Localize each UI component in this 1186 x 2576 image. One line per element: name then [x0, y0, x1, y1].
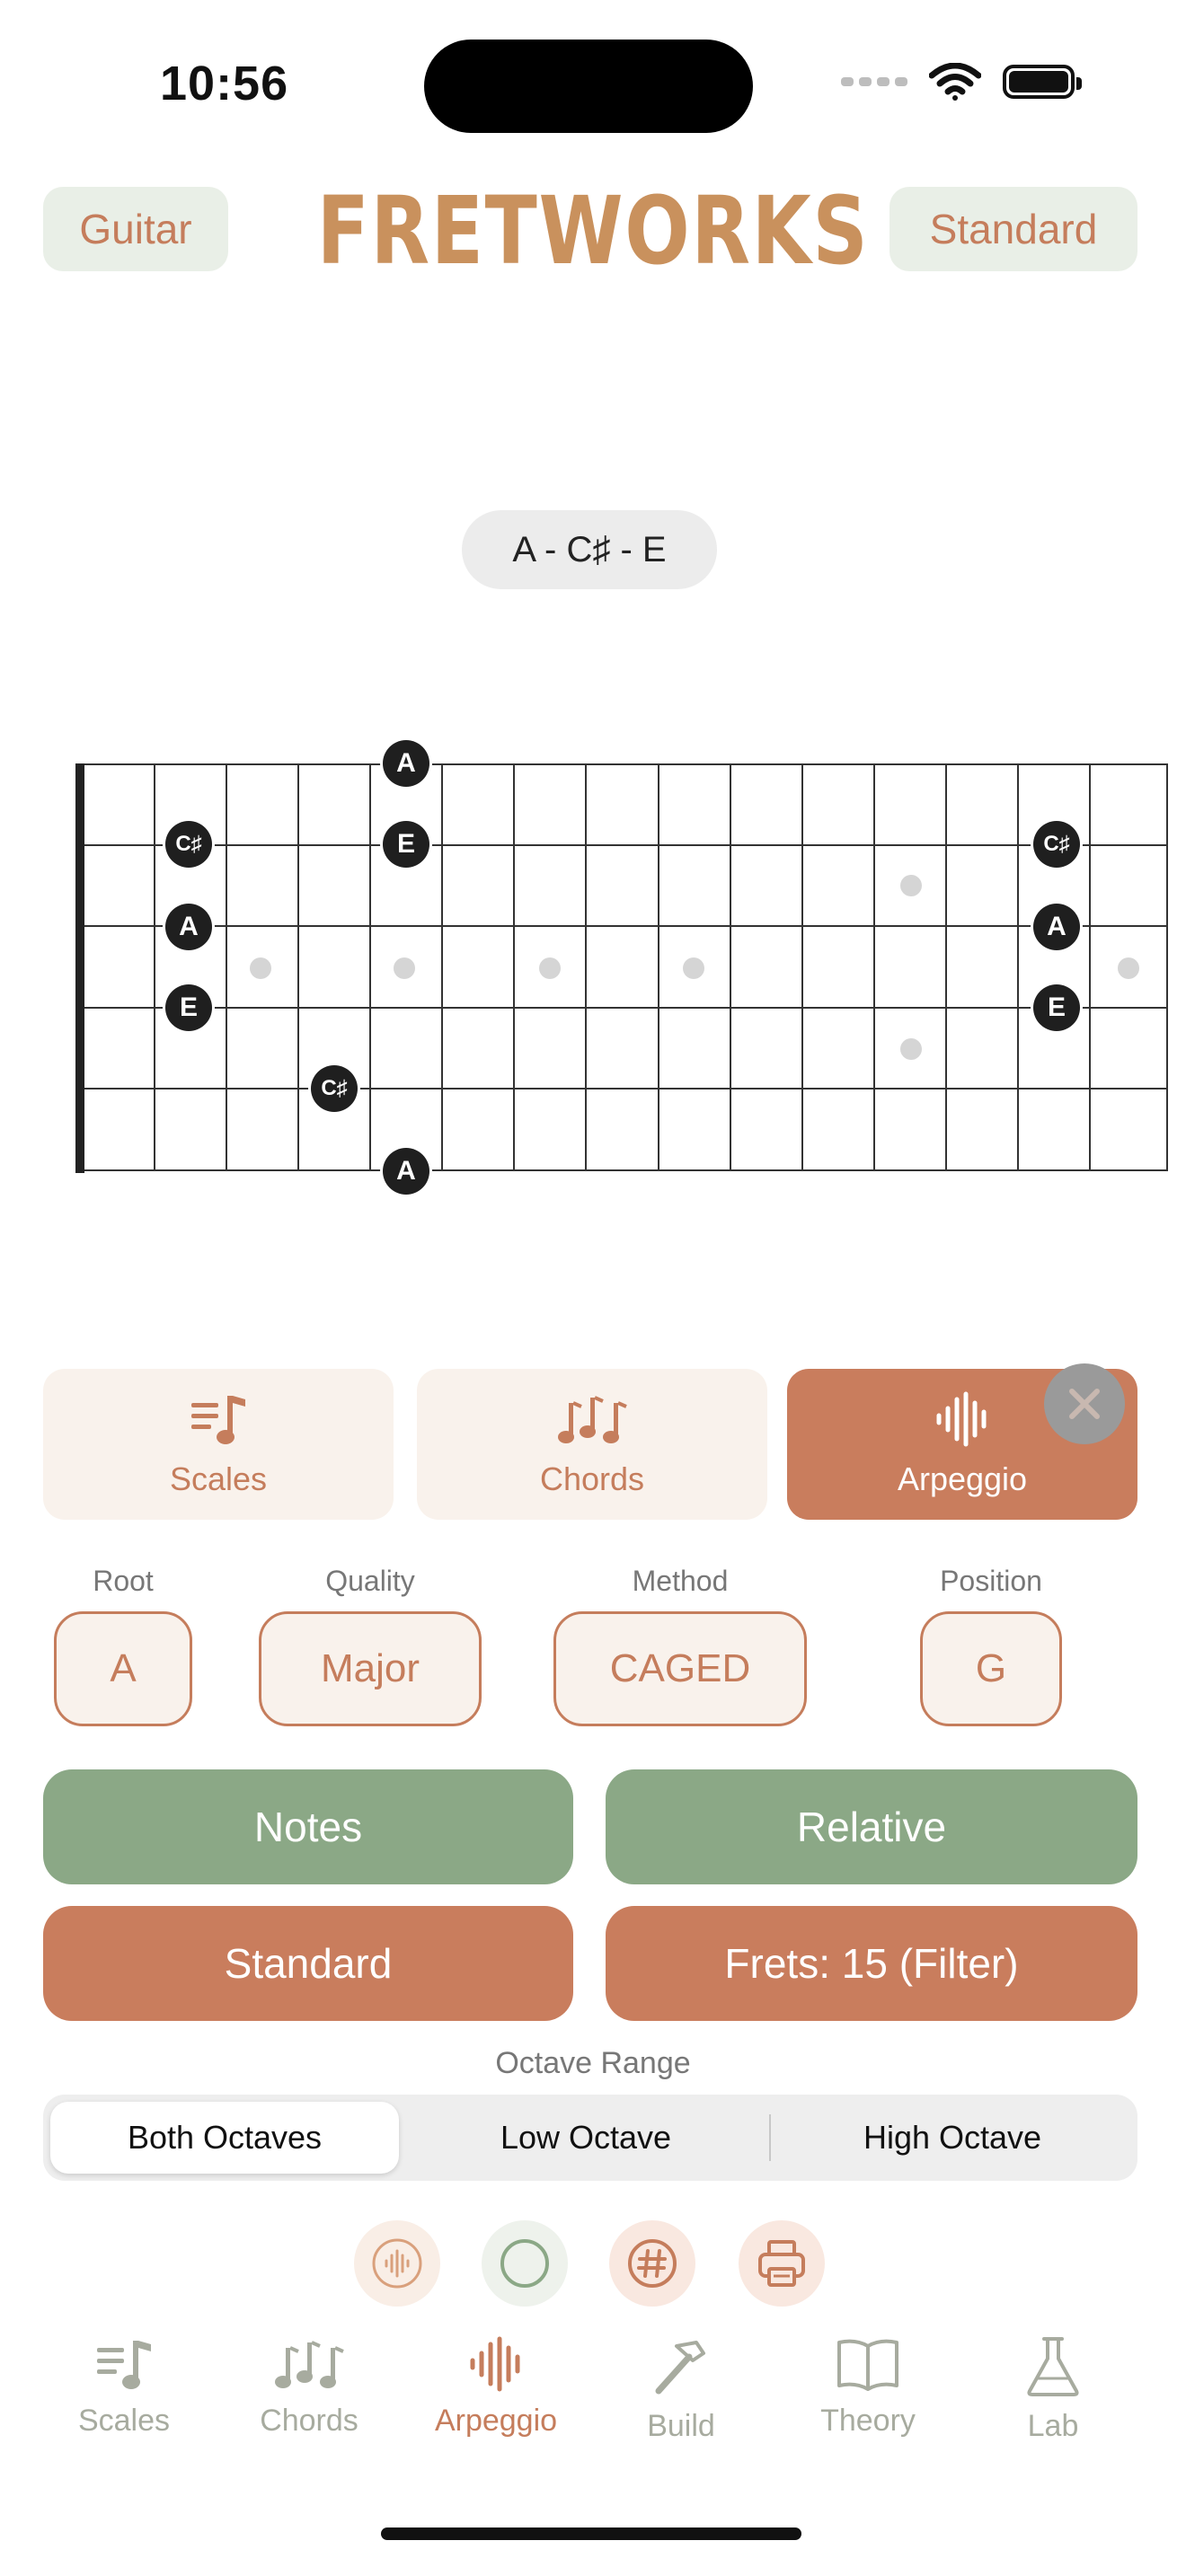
audio-play-button[interactable]	[354, 2220, 440, 2307]
fret-inlay	[539, 957, 561, 979]
fret-note[interactable]: A	[383, 1148, 429, 1195]
flask-icon	[1027, 2337, 1079, 2396]
fretboard-nut	[75, 763, 84, 1173]
fret-inlay	[900, 1038, 922, 1060]
tuning-button[interactable]: Standard	[890, 187, 1137, 271]
tab-build-label: Build	[647, 2409, 715, 2443]
mode-scales-label: Scales	[169, 1460, 268, 1497]
octave-both-option[interactable]: Both Octaves	[50, 2102, 399, 2174]
root-label: Root	[93, 1565, 154, 1597]
tab-lab[interactable]: Lab	[963, 2335, 1143, 2444]
print-button[interactable]	[739, 2220, 825, 2307]
octave-low-option[interactable]: Low Octave	[404, 2102, 767, 2174]
fret-note[interactable]: C♯	[311, 1065, 358, 1112]
wifi-icon	[929, 63, 981, 101]
close-icon	[1069, 1389, 1100, 1419]
mode-chords-label: Chords	[539, 1460, 645, 1497]
printer-icon	[758, 2240, 805, 2287]
tab-arpeggio-label: Arpeggio	[434, 2404, 558, 2438]
chord-notes-pill: A - C♯ - E	[462, 510, 717, 589]
fretboard[interactable]	[75, 763, 1168, 1171]
fret-note[interactable]: E	[383, 821, 429, 868]
status-time: 10:56	[160, 57, 289, 110]
tab-chords-label: Chords	[260, 2404, 358, 2438]
mode-scales-button[interactable]: Scales	[43, 1369, 394, 1520]
frets-filter-button[interactable]: Frets: 15 (Filter)	[606, 1906, 1137, 2021]
chords-icon	[275, 2341, 344, 2388]
battery-icon	[1003, 65, 1082, 99]
home-indicator	[381, 2527, 801, 2540]
fret-note[interactable]: E	[1033, 984, 1080, 1031]
close-button[interactable]	[1044, 1363, 1125, 1444]
fret-note[interactable]: E	[165, 984, 212, 1031]
fret-inlay	[394, 957, 415, 979]
fret-note[interactable]: C♯	[165, 821, 212, 868]
scales-icon	[191, 1396, 245, 1444]
circle-icon	[500, 2239, 549, 2288]
fret-inlay	[250, 957, 271, 979]
status-icons	[841, 63, 1082, 101]
mode-chords-button[interactable]: Chords	[417, 1369, 767, 1520]
cellular-signal-icon	[841, 77, 907, 86]
dynamic-island	[424, 40, 753, 133]
tab-arpeggio[interactable]: Arpeggio	[406, 2335, 586, 2439]
quality-select[interactable]: Major	[259, 1611, 482, 1726]
fret-inlay	[683, 957, 704, 979]
toggle-circle-button[interactable]	[482, 2220, 568, 2307]
sharp-toggle-button[interactable]	[609, 2220, 695, 2307]
tab-scales[interactable]: Scales	[34, 2335, 214, 2439]
fret-inlay	[1118, 957, 1139, 979]
tab-theory-label: Theory	[820, 2404, 916, 2438]
tab-chords[interactable]: Chords	[219, 2335, 399, 2439]
book-icon	[837, 2339, 898, 2391]
method-label: Method	[632, 1565, 729, 1597]
hammer-icon	[655, 2341, 705, 2395]
fret-note[interactable]: A	[165, 904, 212, 950]
tab-scales-label: Scales	[77, 2404, 171, 2438]
fret-note[interactable]: A	[383, 740, 429, 787]
fret-inlay	[900, 875, 922, 896]
chords-icon	[558, 1396, 627, 1443]
method-select[interactable]: CAGED	[553, 1611, 807, 1726]
waveform-circle-icon	[372, 2238, 422, 2289]
position-select[interactable]: G	[920, 1611, 1062, 1726]
standard-button[interactable]: Standard	[43, 1906, 573, 2021]
tab-build[interactable]: Build	[591, 2335, 771, 2444]
octave-high-option[interactable]: High Octave	[773, 2102, 1132, 2174]
relative-button[interactable]: Relative	[606, 1769, 1137, 1884]
waveform-icon	[470, 2336, 520, 2392]
octave-range-label: Octave Range	[495, 2046, 691, 2080]
fret-note[interactable]: C♯	[1033, 821, 1080, 868]
segment-divider	[769, 2114, 771, 2161]
root-select[interactable]: A	[54, 1611, 192, 1726]
tab-theory[interactable]: Theory	[778, 2335, 958, 2439]
mode-arpeggio-label: Arpeggio	[897, 1460, 1028, 1497]
tab-lab-label: Lab	[1027, 2409, 1079, 2443]
position-label: Position	[940, 1565, 1042, 1597]
fret-note[interactable]: A	[1033, 904, 1080, 950]
scales-icon	[97, 2341, 151, 2389]
quality-label: Quality	[325, 1565, 415, 1597]
notes-button[interactable]: Notes	[43, 1769, 573, 1884]
waveform-icon	[936, 1391, 987, 1447]
sharp-icon	[628, 2239, 677, 2288]
